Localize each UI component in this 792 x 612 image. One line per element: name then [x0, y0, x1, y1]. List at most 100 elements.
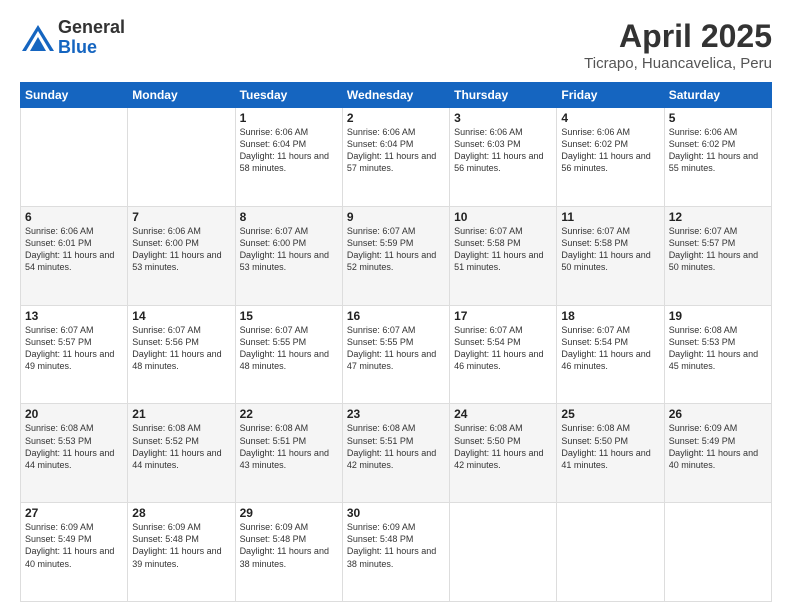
day-number: 2: [347, 111, 445, 125]
calendar-cell: 2Sunrise: 6:06 AM Sunset: 6:04 PM Daylig…: [342, 108, 449, 207]
day-info: Sunrise: 6:07 AM Sunset: 5:55 PM Dayligh…: [347, 324, 445, 373]
day-info: Sunrise: 6:07 AM Sunset: 5:57 PM Dayligh…: [25, 324, 123, 373]
logo-row: General Blue: [20, 18, 125, 58]
day-number: 19: [669, 309, 767, 323]
day-number: 26: [669, 407, 767, 421]
weekday-header-wednesday: Wednesday: [342, 83, 449, 108]
day-info: Sunrise: 6:07 AM Sunset: 5:55 PM Dayligh…: [240, 324, 338, 373]
day-info: Sunrise: 6:08 AM Sunset: 5:52 PM Dayligh…: [132, 422, 230, 471]
day-number: 1: [240, 111, 338, 125]
day-number: 30: [347, 506, 445, 520]
day-info: Sunrise: 6:06 AM Sunset: 6:01 PM Dayligh…: [25, 225, 123, 274]
calendar-cell: 16Sunrise: 6:07 AM Sunset: 5:55 PM Dayli…: [342, 305, 449, 404]
logo-general-text: General: [58, 18, 125, 38]
calendar-cell: 4Sunrise: 6:06 AM Sunset: 6:02 PM Daylig…: [557, 108, 664, 207]
day-info: Sunrise: 6:09 AM Sunset: 5:49 PM Dayligh…: [25, 521, 123, 570]
calendar-cell: [664, 503, 771, 602]
day-number: 10: [454, 210, 552, 224]
page: General Blue April 2025 Ticrapo, Huancav…: [0, 0, 792, 612]
day-number: 17: [454, 309, 552, 323]
day-number: 16: [347, 309, 445, 323]
calendar-header-row: SundayMondayTuesdayWednesdayThursdayFrid…: [21, 83, 772, 108]
calendar-cell: 6Sunrise: 6:06 AM Sunset: 6:01 PM Daylig…: [21, 206, 128, 305]
weekday-header-friday: Friday: [557, 83, 664, 108]
day-number: 4: [561, 111, 659, 125]
calendar-cell: 29Sunrise: 6:09 AM Sunset: 5:48 PM Dayli…: [235, 503, 342, 602]
day-info: Sunrise: 6:08 AM Sunset: 5:53 PM Dayligh…: [669, 324, 767, 373]
calendar-cell: [450, 503, 557, 602]
day-info: Sunrise: 6:09 AM Sunset: 5:49 PM Dayligh…: [669, 422, 767, 471]
day-number: 13: [25, 309, 123, 323]
day-info: Sunrise: 6:07 AM Sunset: 5:57 PM Dayligh…: [669, 225, 767, 274]
day-number: 24: [454, 407, 552, 421]
calendar-cell: 13Sunrise: 6:07 AM Sunset: 5:57 PM Dayli…: [21, 305, 128, 404]
day-info: Sunrise: 6:06 AM Sunset: 6:03 PM Dayligh…: [454, 126, 552, 175]
day-number: 11: [561, 210, 659, 224]
calendar-cell: 3Sunrise: 6:06 AM Sunset: 6:03 PM Daylig…: [450, 108, 557, 207]
calendar-cell: 9Sunrise: 6:07 AM Sunset: 5:59 PM Daylig…: [342, 206, 449, 305]
calendar-cell: 17Sunrise: 6:07 AM Sunset: 5:54 PM Dayli…: [450, 305, 557, 404]
day-number: 3: [454, 111, 552, 125]
logo-icon: [20, 23, 56, 53]
calendar-cell: 20Sunrise: 6:08 AM Sunset: 5:53 PM Dayli…: [21, 404, 128, 503]
calendar-cell: 25Sunrise: 6:08 AM Sunset: 5:50 PM Dayli…: [557, 404, 664, 503]
day-info: Sunrise: 6:06 AM Sunset: 6:04 PM Dayligh…: [240, 126, 338, 175]
calendar-cell: 30Sunrise: 6:09 AM Sunset: 5:48 PM Dayli…: [342, 503, 449, 602]
day-number: 22: [240, 407, 338, 421]
header: General Blue April 2025 Ticrapo, Huancav…: [20, 18, 772, 72]
weekday-header-tuesday: Tuesday: [235, 83, 342, 108]
calendar-table: SundayMondayTuesdayWednesdayThursdayFrid…: [20, 82, 772, 602]
day-info: Sunrise: 6:08 AM Sunset: 5:50 PM Dayligh…: [454, 422, 552, 471]
weekday-header-sunday: Sunday: [21, 83, 128, 108]
day-number: 5: [669, 111, 767, 125]
day-number: 8: [240, 210, 338, 224]
calendar-cell: 12Sunrise: 6:07 AM Sunset: 5:57 PM Dayli…: [664, 206, 771, 305]
calendar-cell: 8Sunrise: 6:07 AM Sunset: 6:00 PM Daylig…: [235, 206, 342, 305]
calendar-cell: 24Sunrise: 6:08 AM Sunset: 5:50 PM Dayli…: [450, 404, 557, 503]
calendar-cell: 23Sunrise: 6:08 AM Sunset: 5:51 PM Dayli…: [342, 404, 449, 503]
calendar-cell: 26Sunrise: 6:09 AM Sunset: 5:49 PM Dayli…: [664, 404, 771, 503]
day-number: 15: [240, 309, 338, 323]
calendar-title: April 2025: [584, 18, 772, 55]
calendar-week-2: 6Sunrise: 6:06 AM Sunset: 6:01 PM Daylig…: [21, 206, 772, 305]
logo: General Blue: [20, 18, 125, 58]
calendar-cell: [557, 503, 664, 602]
day-number: 12: [669, 210, 767, 224]
title-block: April 2025 Ticrapo, Huancavelica, Peru: [584, 18, 772, 72]
calendar-cell: [128, 108, 235, 207]
calendar-cell: 14Sunrise: 6:07 AM Sunset: 5:56 PM Dayli…: [128, 305, 235, 404]
day-info: Sunrise: 6:06 AM Sunset: 6:02 PM Dayligh…: [561, 126, 659, 175]
logo-blue-text: Blue: [58, 38, 125, 58]
calendar-cell: 28Sunrise: 6:09 AM Sunset: 5:48 PM Dayli…: [128, 503, 235, 602]
day-info: Sunrise: 6:06 AM Sunset: 6:04 PM Dayligh…: [347, 126, 445, 175]
day-number: 7: [132, 210, 230, 224]
day-info: Sunrise: 6:08 AM Sunset: 5:51 PM Dayligh…: [240, 422, 338, 471]
weekday-header-monday: Monday: [128, 83, 235, 108]
calendar-cell: 18Sunrise: 6:07 AM Sunset: 5:54 PM Dayli…: [557, 305, 664, 404]
weekday-header-saturday: Saturday: [664, 83, 771, 108]
day-info: Sunrise: 6:08 AM Sunset: 5:51 PM Dayligh…: [347, 422, 445, 471]
day-number: 6: [25, 210, 123, 224]
day-number: 14: [132, 309, 230, 323]
calendar-cell: 15Sunrise: 6:07 AM Sunset: 5:55 PM Dayli…: [235, 305, 342, 404]
calendar-cell: 27Sunrise: 6:09 AM Sunset: 5:49 PM Dayli…: [21, 503, 128, 602]
day-number: 21: [132, 407, 230, 421]
calendar-cell: [21, 108, 128, 207]
day-info: Sunrise: 6:08 AM Sunset: 5:50 PM Dayligh…: [561, 422, 659, 471]
calendar-cell: 19Sunrise: 6:08 AM Sunset: 5:53 PM Dayli…: [664, 305, 771, 404]
day-info: Sunrise: 6:06 AM Sunset: 6:02 PM Dayligh…: [669, 126, 767, 175]
calendar-cell: 21Sunrise: 6:08 AM Sunset: 5:52 PM Dayli…: [128, 404, 235, 503]
day-number: 28: [132, 506, 230, 520]
day-info: Sunrise: 6:09 AM Sunset: 5:48 PM Dayligh…: [347, 521, 445, 570]
day-info: Sunrise: 6:07 AM Sunset: 5:54 PM Dayligh…: [561, 324, 659, 373]
calendar-cell: 7Sunrise: 6:06 AM Sunset: 6:00 PM Daylig…: [128, 206, 235, 305]
day-number: 20: [25, 407, 123, 421]
calendar-cell: 10Sunrise: 6:07 AM Sunset: 5:58 PM Dayli…: [450, 206, 557, 305]
day-info: Sunrise: 6:09 AM Sunset: 5:48 PM Dayligh…: [240, 521, 338, 570]
day-number: 18: [561, 309, 659, 323]
day-info: Sunrise: 6:06 AM Sunset: 6:00 PM Dayligh…: [132, 225, 230, 274]
day-info: Sunrise: 6:07 AM Sunset: 5:56 PM Dayligh…: [132, 324, 230, 373]
calendar-cell: 22Sunrise: 6:08 AM Sunset: 5:51 PM Dayli…: [235, 404, 342, 503]
day-number: 27: [25, 506, 123, 520]
calendar-subtitle: Ticrapo, Huancavelica, Peru: [584, 55, 772, 72]
